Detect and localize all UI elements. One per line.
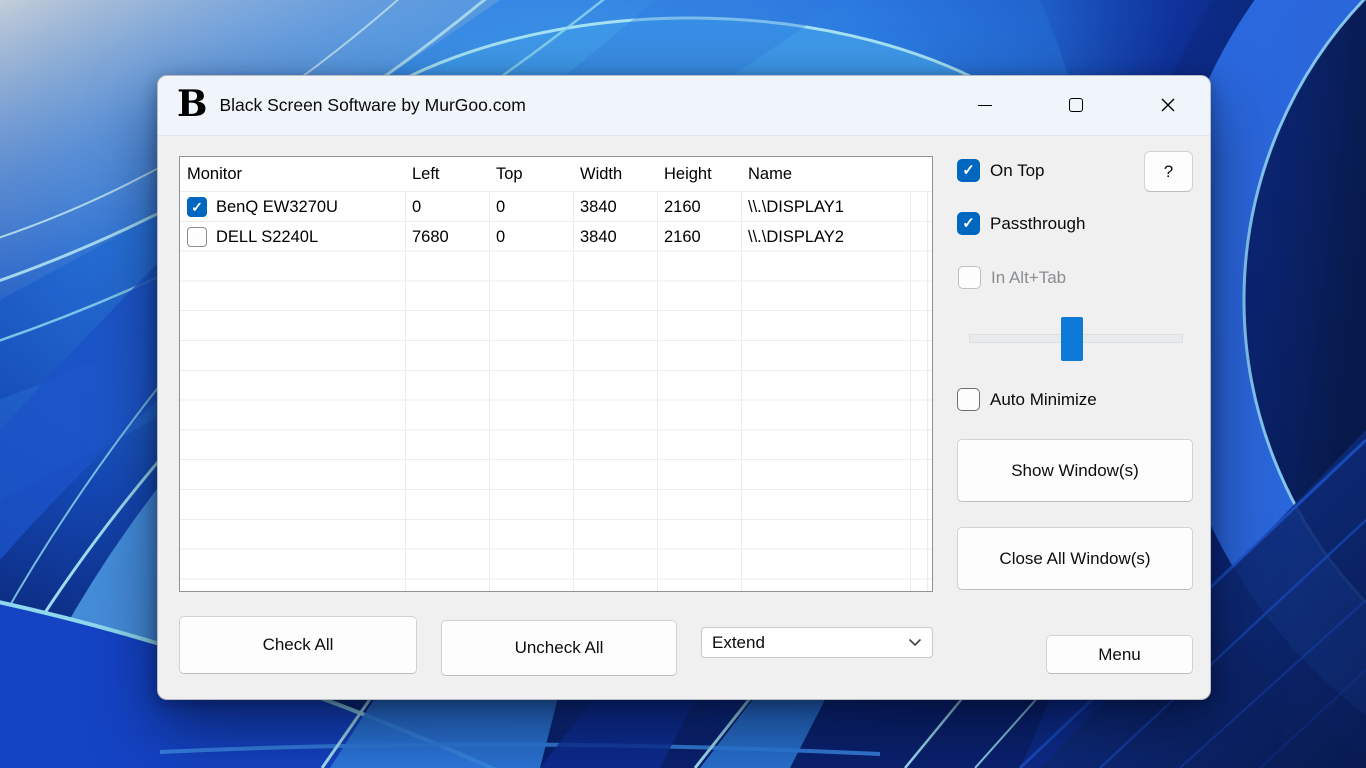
passthrough-label: Passthrough [990,214,1085,234]
cell-height: 2160 [657,228,741,247]
row-checkbox[interactable]: ✓ [187,227,207,247]
auto-minimize-checkbox[interactable]: ✓ Auto Minimize [957,388,1097,411]
opacity-slider-thumb[interactable] [1061,317,1083,361]
monitor-table[interactable]: Monitor Left Top Width Height Name ✓ Ben… [179,156,933,592]
auto-minimize-label: Auto Minimize [990,390,1097,410]
check-icon: ✓ [962,163,975,178]
cell-left: 7680 [405,228,489,247]
help-button[interactable]: ? [1144,151,1193,192]
close-icon [1160,97,1176,113]
titlebar[interactable]: B Black Screen Software by MurGoo.com [158,76,1210,136]
minimize-icon [978,105,992,106]
header-monitor[interactable]: Monitor [180,165,405,184]
header-top[interactable]: Top [489,165,573,184]
maximize-icon [1069,98,1083,112]
check-icon: ✓ [962,216,975,231]
show-windows-button[interactable]: Show Window(s) [957,439,1193,502]
cell-width: 3840 [573,228,657,247]
row-checkbox[interactable]: ✓ [187,197,207,217]
chevron-down-icon [908,638,922,647]
checkbox-box[interactable]: ✓ [957,212,980,235]
in-alt-tab-label: In Alt+Tab [991,268,1066,288]
header-height[interactable]: Height [657,165,741,184]
table-header[interactable]: Monitor Left Top Width Height Name [180,157,932,191]
check-icon: ✓ [191,200,203,214]
window-title: Black Screen Software by MurGoo.com [219,95,525,116]
on-top-label: On Top [990,161,1045,181]
close-button[interactable] [1145,87,1191,123]
cell-name: \\.\DISPLAY2 [741,228,931,247]
display-mode-value: Extend [712,633,765,653]
checkbox-box[interactable]: ✓ [957,388,980,411]
maximize-button[interactable] [1053,87,1099,123]
header-name[interactable]: Name [741,165,910,184]
monitor-name: DELL S2240L [216,228,318,247]
desktop: B Black Screen Software by MurGoo.com Mo… [0,0,1366,768]
app-icon: B [177,86,207,122]
cell-top: 0 [489,228,573,247]
checkbox-box: ✓ [958,266,981,289]
monitor-name: BenQ EW3270U [216,198,338,217]
minimize-button[interactable] [962,87,1008,123]
header-left[interactable]: Left [405,165,489,184]
cell-width: 3840 [573,198,657,217]
cell-name: \\.\DISPLAY1 [741,198,931,217]
header-width[interactable]: Width [573,165,657,184]
display-mode-select[interactable]: Extend [701,627,933,658]
cell-left: 0 [405,198,489,217]
table-row[interactable]: ✓ DELL S2240L 7680 0 3840 2160 \\.\DISPL… [180,222,932,252]
uncheck-all-button[interactable]: Uncheck All [441,620,677,676]
black-screen-app-window: B Black Screen Software by MurGoo.com Mo… [157,75,1211,700]
in-alt-tab-checkbox: ✓ In Alt+Tab [958,266,1066,289]
passthrough-checkbox[interactable]: ✓ Passthrough [957,212,1085,235]
table-row[interactable]: ✓ BenQ EW3270U 0 0 3840 2160 \\.\DISPLAY… [180,192,932,222]
cell-top: 0 [489,198,573,217]
on-top-checkbox[interactable]: ✓ On Top [957,159,1045,182]
close-all-windows-button[interactable]: Close All Window(s) [957,527,1193,590]
menu-button[interactable]: Menu [1046,635,1193,674]
checkbox-box[interactable]: ✓ [957,159,980,182]
cell-height: 2160 [657,198,741,217]
check-all-button[interactable]: Check All [179,616,417,674]
